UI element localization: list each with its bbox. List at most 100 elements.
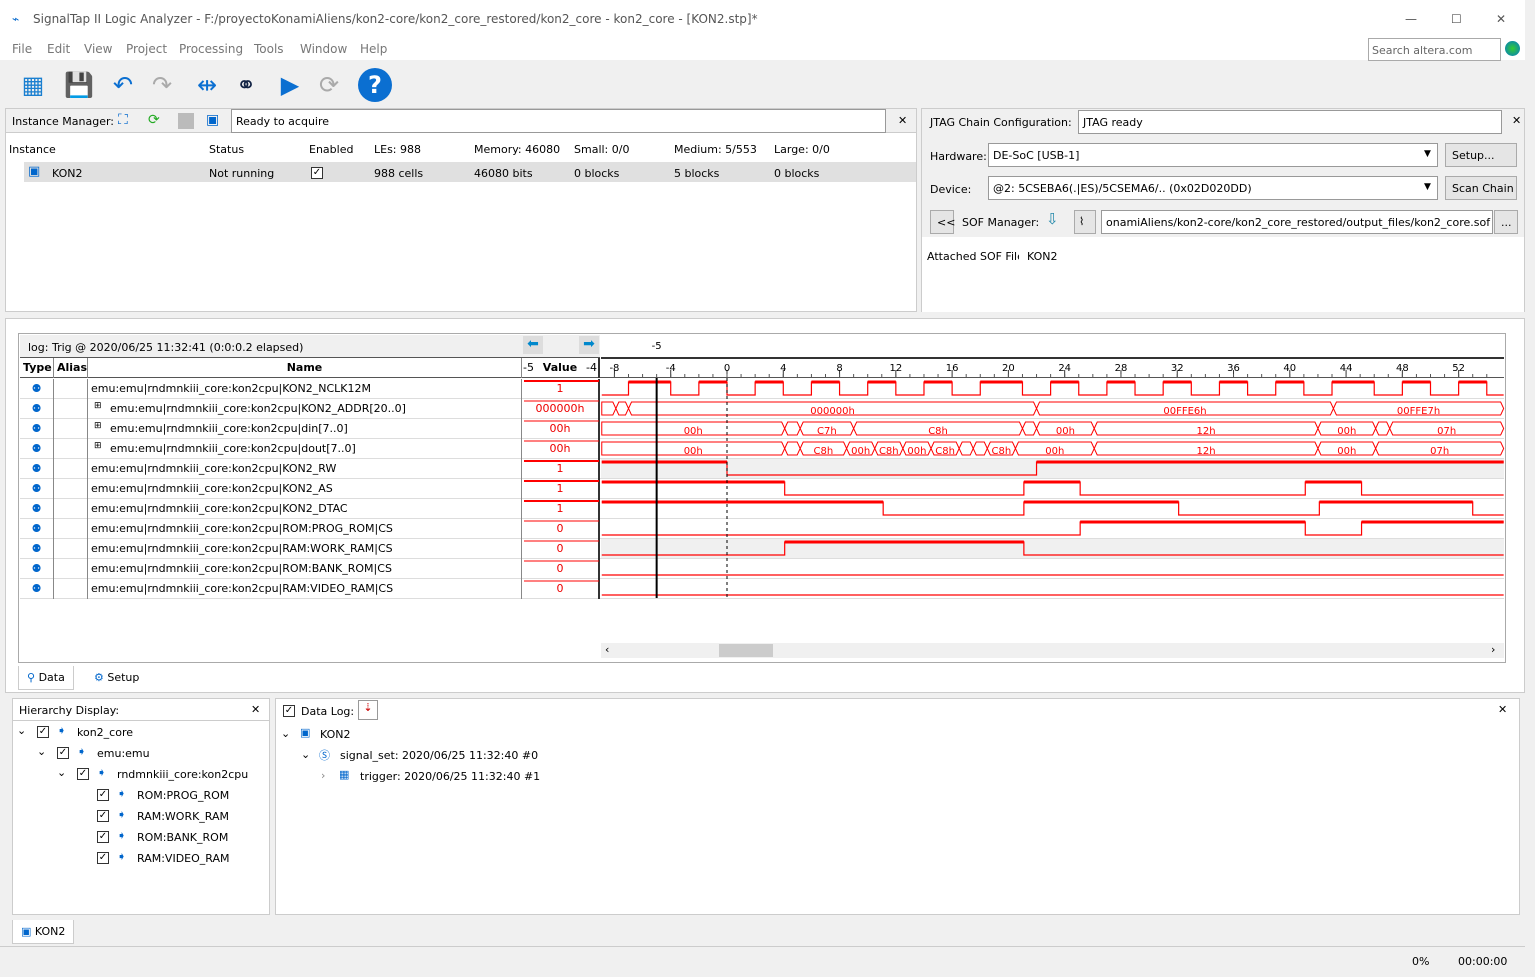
column-header[interactable]: Instance xyxy=(9,143,56,156)
setup-button[interactable]: Setup... xyxy=(1445,143,1517,167)
binoculars-icon[interactable]: ⚭ xyxy=(229,68,263,102)
next-transition-icon[interactable]: ➡ xyxy=(579,336,599,354)
signal-name[interactable]: emu:emu|rndmnkiii_core:kon2cpu|din[7..0] xyxy=(88,419,522,439)
device-select[interactable]: @2: 5CSEBA6(.|ES)/5CSEMA6/.. (0x02D020DD… xyxy=(988,176,1438,200)
signal-name[interactable]: emu:emu|rndmnkiii_core:kon2cpu|RAM:WORK_… xyxy=(88,539,522,559)
close-icon[interactable]: ✕ xyxy=(898,114,907,127)
close-button[interactable]: ✕ xyxy=(1496,12,1506,26)
signal-row[interactable]: ⚉ emu:emu|rndmnkiii_core:kon2cpu|ROM:BAN… xyxy=(20,559,1504,579)
signal-name[interactable]: emu:emu|rndmnkiii_core:kon2cpu|ROM:PROG_… xyxy=(88,519,522,539)
signal-track[interactable] xyxy=(601,559,1504,578)
signal-track[interactable] xyxy=(601,379,1504,398)
signal-alias[interactable] xyxy=(54,479,88,499)
signal-row[interactable]: ⚉ emu:emu|rndmnkiii_core:kon2cpu|ROM:PRO… xyxy=(20,519,1504,539)
signal-alias[interactable] xyxy=(54,379,88,399)
expand-icon[interactable]: ⌄ xyxy=(301,748,310,761)
maximize-button[interactable]: ☐ xyxy=(1451,12,1462,26)
signal-alias[interactable] xyxy=(54,539,88,559)
column-header[interactable]: Medium: 5/553 xyxy=(674,143,757,156)
signal-alias[interactable] xyxy=(54,519,88,539)
menu-file[interactable]: File xyxy=(12,42,32,56)
signal-name[interactable]: emu:emu|rndmnkiii_core:kon2cpu|KON2_ADDR… xyxy=(88,399,522,419)
signal-row[interactable]: ⚉ emu:emu|rndmnkiii_core:kon2cpu|dout[7.… xyxy=(20,439,1504,459)
expand-icon[interactable]: ⊞ xyxy=(94,421,102,431)
scan-chain-button[interactable]: Scan Chain xyxy=(1445,176,1517,200)
hierarchy-checkbox[interactable]: ✓ xyxy=(97,852,109,864)
expand-icon[interactable]: ⌄ xyxy=(17,724,26,737)
datalog-signal-set[interactable]: signal_set: 2020/06/25 11:32:40 #0 xyxy=(340,749,538,762)
tab-kon2[interactable]: ▣ KON2 xyxy=(12,920,75,944)
help-icon[interactable]: ? xyxy=(358,68,392,102)
signal-alias[interactable] xyxy=(54,579,88,599)
signal-alias[interactable] xyxy=(54,459,88,479)
collapse-button[interactable]: << xyxy=(930,210,955,234)
expand-icon[interactable]: ⌄ xyxy=(37,745,46,758)
column-header[interactable]: Enabled xyxy=(309,143,353,156)
signal-row[interactable]: ⚉ emu:emu|rndmnkiii_core:kon2cpu|KON2_AS… xyxy=(20,479,1504,499)
read-data-icon[interactable]: ▣ xyxy=(206,112,219,128)
signal-track[interactable] xyxy=(601,479,1504,498)
redo-icon[interactable]: ↷ xyxy=(145,68,179,102)
window-icon[interactable]: ▦ xyxy=(16,68,50,102)
signal-track[interactable] xyxy=(601,499,1504,518)
signal-row[interactable]: ⚉ emu:emu|rndmnkiii_core:kon2cpu|KON2_NC… xyxy=(20,379,1504,399)
stop-icon[interactable] xyxy=(178,113,194,129)
column-header[interactable]: Large: 0/0 xyxy=(774,143,830,156)
data-log-icon[interactable]: ⇣ xyxy=(358,700,378,720)
menu-help[interactable]: Help xyxy=(360,42,387,56)
menu-view[interactable]: View xyxy=(84,42,112,56)
autorun-icon[interactable]: ⟳ xyxy=(312,68,346,102)
signal-row[interactable]: ⚉ emu:emu|rndmnkiii_core:kon2cpu|RAM:VID… xyxy=(20,579,1504,599)
signal-name[interactable]: emu:emu|rndmnkiii_core:kon2cpu|KON2_DTAC xyxy=(88,499,522,519)
menu-tools[interactable]: Tools xyxy=(254,42,284,56)
signal-alias[interactable] xyxy=(54,419,88,439)
hierarchy-checkbox[interactable]: ✓ xyxy=(57,747,69,759)
hierarchy-item[interactable]: RAM:WORK_RAM xyxy=(137,810,229,823)
close-icon[interactable]: ✕ xyxy=(1498,703,1507,716)
program-device-icon[interactable]: ⇩ xyxy=(1046,210,1059,228)
signal-row[interactable]: ⚉ emu:emu|rndmnkiii_core:kon2cpu|RAM:WOR… xyxy=(20,539,1504,559)
signal-row[interactable]: ⚉ emu:emu|rndmnkiii_core:kon2cpu|KON2_RW… xyxy=(20,459,1504,479)
expand-icon[interactable]: ⌄ xyxy=(57,766,66,779)
signal-alias[interactable] xyxy=(54,399,88,419)
hierarchy-item[interactable]: ROM:BANK_ROM xyxy=(137,831,228,844)
collapse-icon[interactable]: › xyxy=(321,769,325,782)
menu-edit[interactable]: Edit xyxy=(47,42,70,56)
hierarchy-item[interactable]: rndmnkiii_core:kon2cpu xyxy=(117,768,248,781)
signal-name[interactable]: emu:emu|rndmnkiii_core:kon2cpu|dout[7..0… xyxy=(88,439,522,459)
horizontal-scrollbar[interactable]: ‹ › xyxy=(601,643,1504,658)
column-header[interactable]: Status xyxy=(209,143,244,156)
data-log-checkbox[interactable]: ✓ xyxy=(283,705,295,717)
scroll-left-icon[interactable]: ‹ xyxy=(605,643,609,656)
datalog-trigger[interactable]: trigger: 2020/06/25 11:32:40 #1 xyxy=(360,770,540,783)
scan-icon[interactable]: ⛶ xyxy=(118,112,128,128)
undo-icon[interactable]: ↶ xyxy=(106,68,140,102)
globe-icon[interactable] xyxy=(1505,41,1520,56)
expand-icon[interactable]: ⌄ xyxy=(281,727,290,740)
close-icon[interactable]: ✕ xyxy=(251,703,260,716)
signal-track[interactable] xyxy=(601,459,1504,478)
minimize-button[interactable]: — xyxy=(1405,12,1417,26)
expand-icon[interactable]: ⊞ xyxy=(94,401,102,411)
tab-setup[interactable]: ⚙ Setup xyxy=(86,666,147,690)
menu-project[interactable]: Project xyxy=(126,42,167,56)
datalog-root[interactable]: KON2 xyxy=(320,728,351,741)
signal-name[interactable]: emu:emu|rndmnkiii_core:kon2cpu|KON2_AS xyxy=(88,479,522,499)
signal-name[interactable]: emu:emu|rndmnkiii_core:kon2cpu|KON2_NCLK… xyxy=(88,379,522,399)
hierarchy-item[interactable]: emu:emu xyxy=(97,747,150,760)
signal-track[interactable] xyxy=(601,439,1504,458)
expand-icon[interactable]: ⊞ xyxy=(94,441,102,451)
node-finder-icon[interactable]: ⇹ xyxy=(190,68,224,102)
tab-data[interactable]: ⚲ Data xyxy=(18,666,74,690)
signal-alias[interactable] xyxy=(54,559,88,579)
hierarchy-checkbox[interactable]: ✓ xyxy=(97,831,109,843)
enabled-checkbox[interactable]: ✓ xyxy=(311,167,323,179)
signal-name[interactable]: emu:emu|rndmnkiii_core:kon2cpu|ROM:BANK_… xyxy=(88,559,522,579)
save-icon[interactable]: 💾 xyxy=(62,68,96,102)
hardware-select[interactable]: DE-SoC [USB-1] xyxy=(988,143,1438,167)
column-header[interactable]: Small: 0/0 xyxy=(574,143,629,156)
menu-processing[interactable]: Processing xyxy=(179,42,243,56)
scrollbar-thumb[interactable] xyxy=(719,644,773,657)
signal-row[interactable]: ⚉ emu:emu|rndmnkiii_core:kon2cpu|din[7..… xyxy=(20,419,1504,439)
autorun-icon[interactable]: ⟳ xyxy=(148,112,160,128)
